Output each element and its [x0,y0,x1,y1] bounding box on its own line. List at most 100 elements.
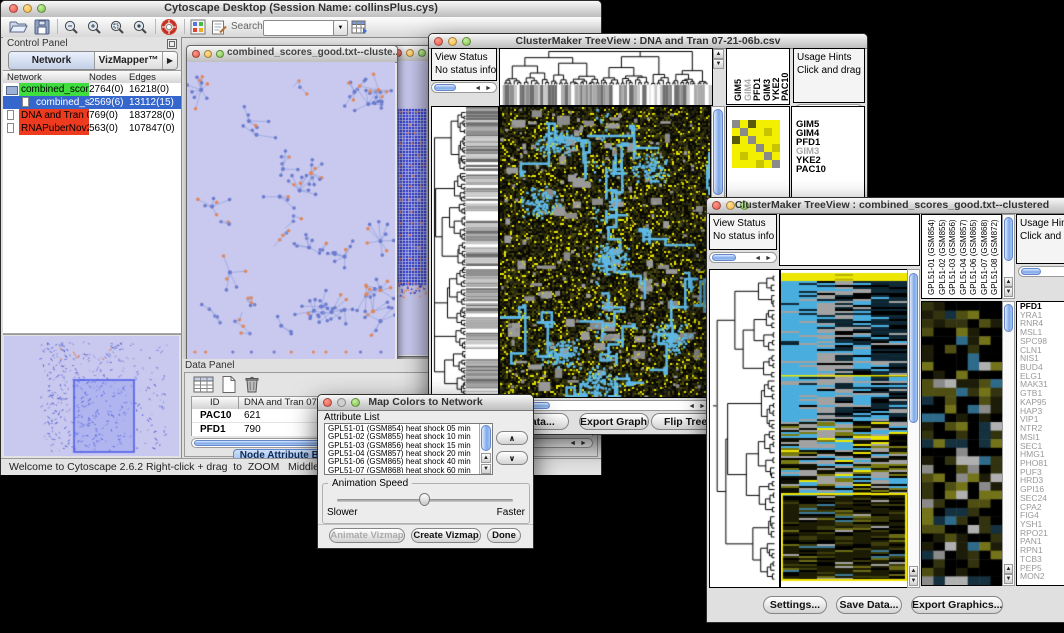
dialog-button[interactable]: Done [487,528,521,543]
heatmap-canvas[interactable] [499,106,711,398]
row-label[interactable]: PAC10 [792,165,864,174]
scroll-arrows-icon[interactable]: ◄ ► [474,85,493,92]
column-label[interactable]: GPL51-04 (GSM857) [960,219,968,295]
tab[interactable]: ▶ [163,52,177,69]
view-status-hscrollbar[interactable]: ◄ ► [431,82,497,93]
attribute-item[interactable]: GPL51-04 (GSM857) heat shock 20 min [326,450,478,458]
column-label[interactable]: GPL51-01 (GSM854) [928,219,936,295]
matrix-cell [748,120,756,128]
float-panel-icon[interactable] [167,39,177,49]
column-dendrogram-canvas[interactable] [499,48,713,106]
network-canvas[interactable] [187,62,395,359]
network-view-window-1[interactable]: combined_scores_good.txt--cluste... [186,45,398,359]
search-input[interactable] [263,20,335,36]
trash-icon[interactable] [243,375,261,394]
column-label[interactable]: GIM5 [734,79,743,101]
new-file-icon[interactable] [221,375,237,394]
matrix-cell [748,128,756,136]
network-row[interactable]: combined_sco 2569(6) 13112(15) [3,96,181,109]
view-status-hscrollbar[interactable]: ◄ ► [709,252,777,263]
scroll-up-icon[interactable]: ▲ [713,49,724,59]
zoomed-vscrollbar[interactable]: ▲ ▼ [1002,301,1015,586]
scroll-arrows-icon[interactable]: ◄ ► [569,440,588,447]
usage-hints-box: Usage Hints Click and drag to [793,48,865,103]
row-dendrogram-canvas[interactable] [709,269,780,588]
attribute-listbox[interactable]: GPL51-01 (GSM854) heat shock 05 minGPL51… [324,423,493,475]
scroll-up-icon[interactable]: ▲ [1004,564,1013,574]
col-header-id[interactable]: ID [210,397,220,409]
network-name[interactable]: combined_scores [19,83,89,96]
column-label[interactable]: GPL51-03 (GSM856) [949,219,957,295]
move-down-button[interactable]: ∨ [496,451,528,465]
file-icon [7,110,14,120]
listbox-vscrollbar[interactable]: ▲ ▼ [479,424,492,474]
attribute-item[interactable]: GPL51-06 (GSM865) heat shock 40 min [326,458,478,466]
network-row[interactable]: combined_scores 2764(0) 16218(0) [3,83,181,96]
zoom-button[interactable] [418,49,426,57]
scroll-arrows-icon[interactable]: ◄ ► [688,403,707,410]
similarity-matrix[interactable] [732,120,780,168]
dialog-button[interactable]: Create Vizmap [411,528,481,543]
scroll-down-icon[interactable]: ▼ [909,576,918,586]
column-label[interactable]: GPL51-06 (GSM865) [970,219,978,295]
heatmap-vscrollbar[interactable]: ▲ ▼ [907,269,920,588]
network-name[interactable]: RNAPuberNov2+ [19,122,89,135]
usage-hints-hscrollbar[interactable] [1018,266,1064,277]
column-label[interactable]: PAC10 [781,73,790,101]
scroll-up-icon[interactable]: ▲ [1004,277,1013,287]
attribute-item[interactable]: GPL51-01 (GSM854) heat shock 05 min [326,425,478,433]
speed-slider-thumb[interactable] [419,493,430,506]
column-label[interactable]: GPL51-08 (GSM872) [991,219,999,295]
dialog-button[interactable]: Animate Vizmap [329,528,405,543]
attribute-item[interactable]: GPL51-03 (GSM856) heat shock 15 min [326,442,478,450]
network-row[interactable]: DNA and Tran 07 769(0) 183728(0) [3,109,181,122]
minimize-button[interactable] [406,49,414,57]
column-dendrogram-panel[interactable] [779,214,920,266]
column-label[interactable]: GPL51-07 (GSM868) [981,219,989,295]
zoomed-heatmap-canvas[interactable] [921,301,1003,586]
node-attributes-icon[interactable] [190,19,206,35]
network-row[interactable]: RNAPuberNov2+ 563(0) 107847(0) [3,122,181,135]
network-name[interactable]: combined_sco [34,96,90,109]
annotation-icon[interactable] [211,19,228,35]
scroll-down-icon[interactable]: ▼ [1004,287,1013,297]
scroll-arrows-icon[interactable]: ◄ ► [754,255,773,262]
scroll-down-icon[interactable]: ▼ [713,59,724,69]
tab[interactable]: VizMapper™ [95,52,163,69]
scroll-down-icon[interactable]: ▼ [481,464,491,474]
treeview-button[interactable]: Settings... [763,596,827,614]
minimize-button[interactable] [204,50,212,58]
attribute-item[interactable]: GPL51-07 (GSM868) heat shock 60 min [326,467,478,473]
zoom-selected-icon[interactable] [109,19,126,35]
column-label[interactable]: GPL51-02 (GSM855) [939,219,947,295]
gene-label[interactable]: MON2 [1017,572,1064,581]
zoom-in-icon[interactable] [86,19,103,35]
table-icon[interactable] [193,375,215,394]
close-button[interactable] [192,50,200,58]
tab[interactable]: Network [9,52,95,69]
import-table-icon[interactable] [351,19,368,35]
column-label[interactable]: PFD1 [753,78,762,101]
help-lifesaver-icon[interactable] [161,19,177,35]
open-file-icon[interactable] [8,19,28,35]
scroll-up-icon[interactable]: ▲ [481,453,491,463]
main-titlebar[interactable]: Cytoscape Desktop (Session Name: collins… [1,1,601,18]
matrix-cell [764,120,772,128]
move-up-button[interactable]: ∧ [496,431,528,445]
column-labels-vscrollbar[interactable]: ▲ ▼ [1002,214,1015,299]
scroll-down-icon[interactable]: ▼ [1004,574,1013,584]
zoom-fit-icon[interactable] [132,19,149,35]
row-dendrogram-canvas[interactable] [431,106,499,398]
treeview-button[interactable]: Save Data... [836,596,902,614]
attribute-item[interactable]: GPL51-02 (GSM855) heat shock 10 min [326,433,478,441]
save-icon[interactable] [34,19,50,35]
treeview-button[interactable]: Export Graphics... [579,413,649,430]
zoom-button[interactable] [216,50,224,58]
birdseye-overview-canvas[interactable] [4,336,179,456]
search-dropdown-icon[interactable]: ▼ [333,20,348,36]
zoom-out-icon[interactable] [63,19,80,35]
treeview-button[interactable]: Export Graphics... [911,596,1003,614]
network-name[interactable]: DNA and Tran 07 [19,109,89,122]
heatmap-canvas[interactable] [780,269,908,588]
scroll-up-icon[interactable]: ▲ [909,566,918,576]
